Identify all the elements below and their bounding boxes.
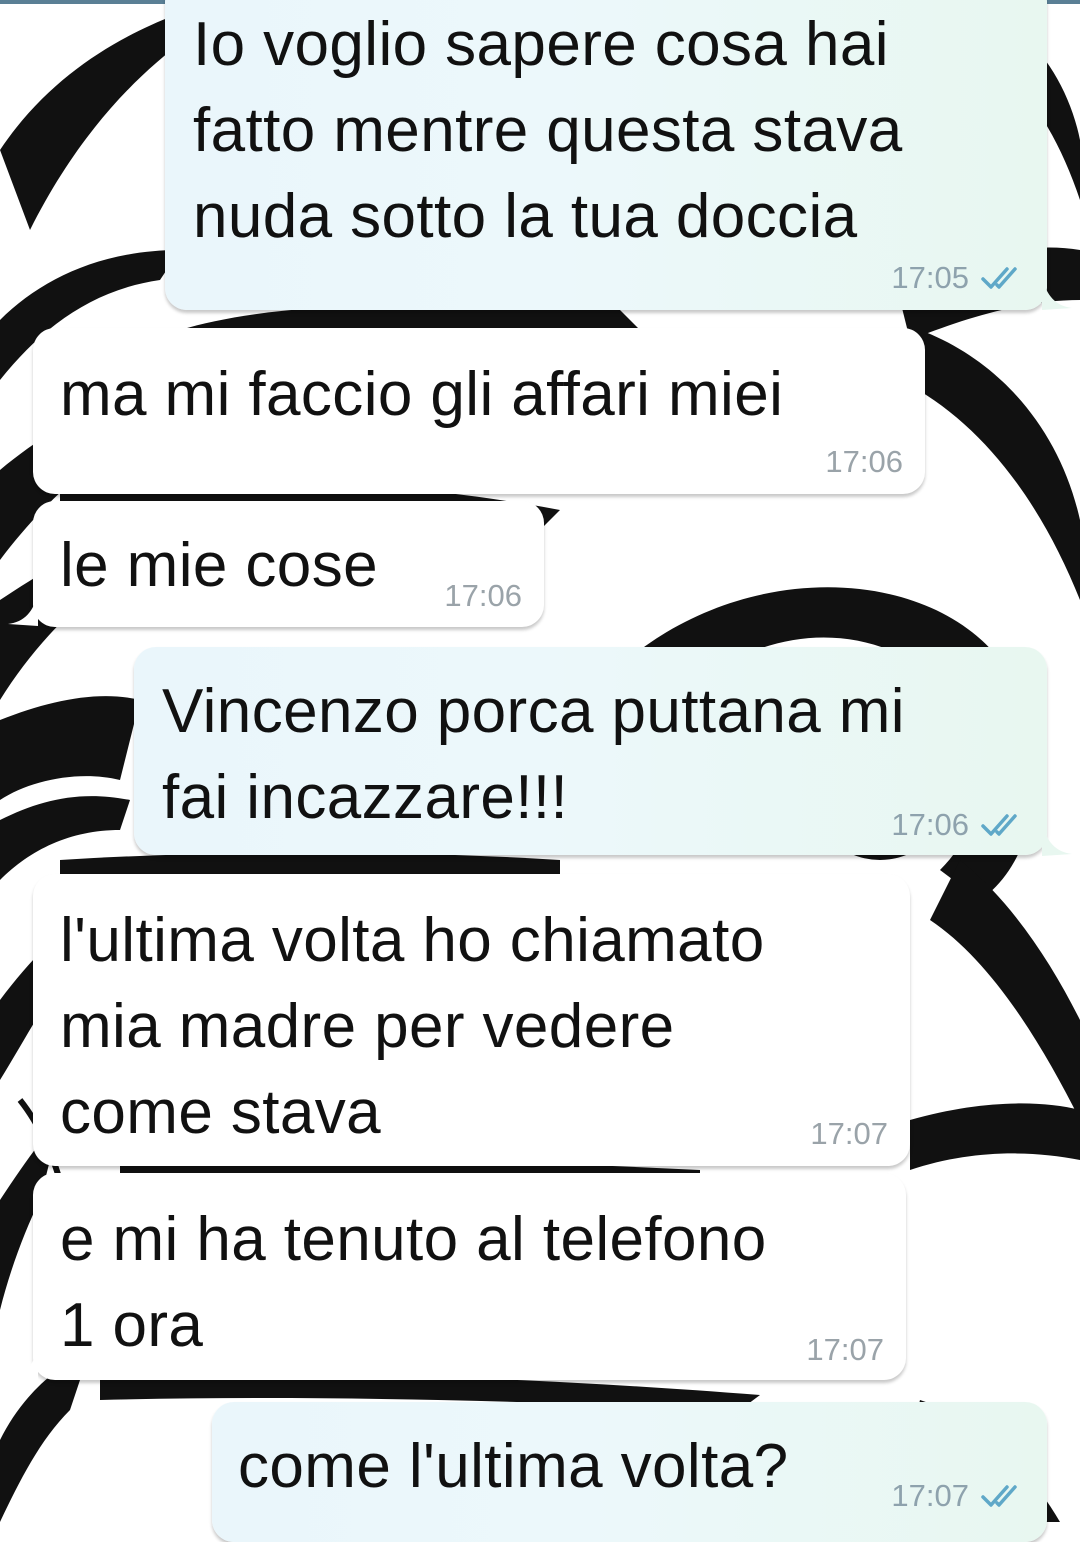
message-text: Io voglio sapere cosa hai fatto mentre q… [193,10,903,251]
message-text: ma mi faccio gli affari miei [60,360,784,429]
message-time: 17:07 [806,1332,884,1367]
message-text: l'ultima volta ho chiamato mia madre per… [60,906,765,1147]
bubble-tail [1042,822,1072,856]
message-time: 17:06 [825,444,903,479]
message-bubble-incoming[interactable]: l'ultima volta ho chiamato mia madre per… [33,874,910,1166]
message-text: Vincenzo porca puttana mi fai incazzare!… [162,677,905,832]
message-text: e mi ha tenuto al telefono 1 ora [60,1205,767,1360]
double-check-icon [981,1485,1017,1507]
message-bubble-outgoing[interactable]: Io voglio sapere cosa hai fatto mentre q… [165,0,1047,310]
message-bubble-incoming[interactable]: ma mi faccio gli affari miei 17:06 [33,328,925,494]
message-bubble-incoming[interactable]: le mie cose 17:06 [33,501,544,627]
double-check-icon [981,267,1017,289]
bubble-tail [8,592,38,626]
message-time: 17:06 [444,578,522,613]
message-meta: 17:06 [891,807,1025,843]
message-time: 17:07 [810,1116,888,1151]
message-meta: 17:06 [825,444,903,480]
bubble-tail [1042,276,1072,310]
message-meta: 17:07 [891,1478,1025,1514]
message-bubble-outgoing[interactable]: Vincenzo porca puttana mi fai incazzare!… [134,647,1047,855]
message-meta: 17:06 [444,578,522,614]
message-bubble-outgoing[interactable]: come l'ultima volta? 17:07 [212,1402,1047,1542]
bubble-tail [8,1346,38,1380]
double-check-icon [981,814,1017,836]
message-time: 17:07 [891,1478,969,1513]
message-text: come l'ultima volta? [238,1432,789,1501]
message-bubble-incoming[interactable]: e mi ha tenuto al telefono 1 ora 17:07 [33,1173,906,1380]
message-text: le mie cose [60,531,378,600]
message-meta: 17:07 [806,1332,884,1368]
message-time: 17:05 [891,260,969,295]
message-time: 17:06 [891,807,969,842]
message-meta: 17:05 [891,260,1025,296]
message-meta: 17:07 [810,1116,888,1152]
